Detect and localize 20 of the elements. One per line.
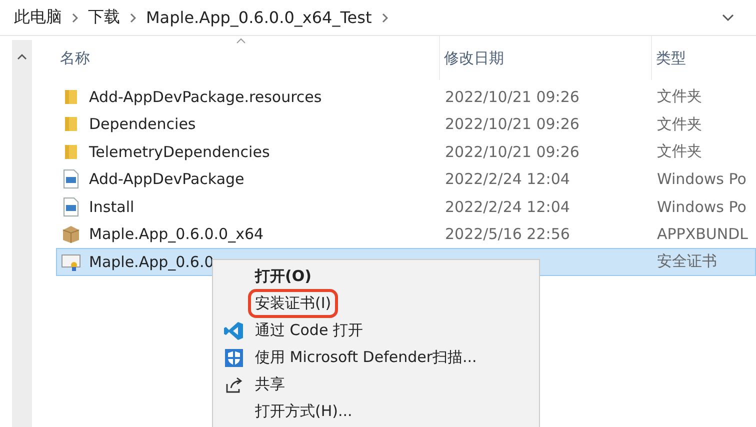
file-name: Maple.App_0.6.0	[89, 252, 214, 271]
file-name: Add-AppDevPackage.resources	[89, 88, 322, 106]
file-type: 文件夹	[657, 87, 702, 106]
modified-date: 2022/10/21 09:26	[445, 142, 580, 161]
modified-date: 2022/5/16 22:56	[445, 225, 570, 244]
modified-date: 2022/10/21 09:26	[445, 115, 580, 134]
file-type: 安全证书	[657, 252, 717, 270]
file-type: Windows Po	[657, 198, 746, 216]
file-type: APPXBUNDL	[657, 225, 748, 244]
file-name: Add-AppDevPackage	[89, 170, 244, 188]
modified-date: 2022/2/24 12:04	[445, 198, 570, 216]
file-type: Windows Po	[657, 170, 746, 188]
file-type: 文件夹	[657, 114, 702, 133]
file-name: TelemetryDependencies	[89, 142, 270, 161]
file-name: Install	[89, 198, 134, 216]
file-name: Dependencies	[89, 115, 196, 134]
file-name: Maple.App_0.6.0.0_x64	[89, 225, 264, 244]
modified-date: 2022/10/21 09:26	[445, 88, 580, 106]
modified-date: 2022/2/24 12:04	[445, 170, 570, 188]
file-type: 文件夹	[657, 142, 702, 160]
